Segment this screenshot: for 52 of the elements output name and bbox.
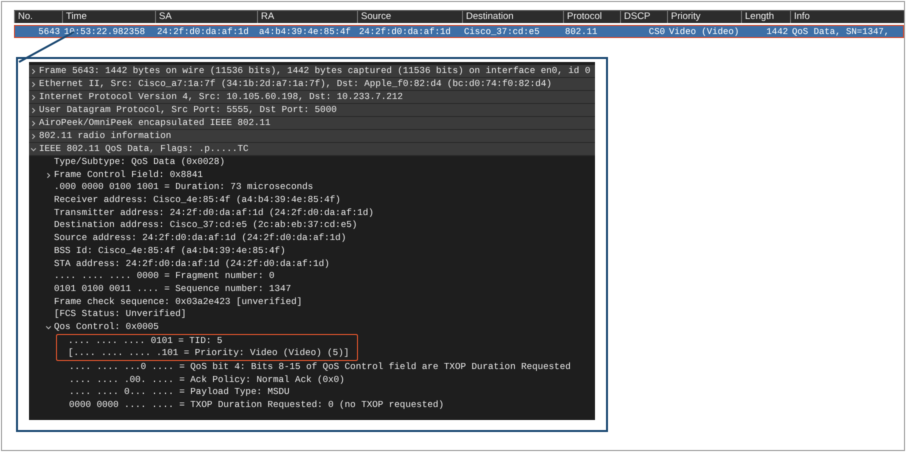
detail-line[interactable]: Transmitter address: 24:2f:d0:da:af:1d (24:2f:d0:da:af:1d) (54, 206, 374, 220)
column-header[interactable]: Source (357, 11, 462, 23)
detail-line[interactable]: .... .... .00. .... = Ack Policy: Normal Ack (0x0) (69, 374, 345, 386)
detail-line[interactable]: .... .... .... 0000 = Fragment number: 0 (54, 270, 275, 283)
table-cell-text: 10:53:22.982358 (63, 26, 146, 36)
chevron-right-icon[interactable] (30, 132, 37, 140)
column-header[interactable]: Info (790, 11, 902, 23)
column-header[interactable]: Time (62, 11, 155, 23)
detail-line[interactable]: [.... .... .... .101 = Priority: Video (Video) (5)] (68, 347, 350, 360)
table-cell-text: 802.11 (564, 26, 598, 36)
detail-line[interactable]: Receiver address: Cisco_4e:85:4f (a4:b4:39:4e:85:4f) (54, 194, 341, 207)
detail-line[interactable]: Source address: 24:2f:d0:da:af:1d (24:2f:d0:da:af:1d) (54, 232, 346, 245)
chevron-right-icon[interactable] (45, 172, 52, 179)
table-cell-text: QoS Data, SN=1347, (791, 26, 890, 36)
detail-line[interactable]: Destination address: Cisco_37:cd:e5 (2c:ab:eb:37:cd:e5) (54, 219, 358, 232)
column-header[interactable]: DSCP (620, 11, 667, 23)
column-header[interactable]: No. (14, 11, 62, 23)
detail-line[interactable]: STA address: 24:2f:d0:da:af:1d (24:2f:d0:da:af:1d) (54, 258, 330, 270)
detail-line[interactable]: [FCS Status: Unverified] (54, 308, 186, 321)
chevron-right-icon[interactable] (30, 120, 37, 126)
column-header[interactable]: Priority (667, 11, 741, 23)
column-header[interactable]: Length (741, 11, 790, 23)
detail-line[interactable]: .000 0000 0100 1001 = Duration: 73 microseconds (54, 181, 314, 194)
table-cell-text: 5643 (37, 26, 61, 36)
detail-line[interactable]: .... .... .... 0101 = TID: 5 (68, 334, 222, 348)
table-cell-text: a4:b4:39:4e:85:4f (258, 26, 352, 36)
detail-line[interactable]: 0101 0100 0011 .... = Sequence number: 1347 (54, 282, 292, 296)
detail-line[interactable]: Qos Control: 0x0005 (54, 320, 159, 334)
table-cell-text: Video (Video) (668, 26, 740, 36)
table-cell-text: 1442 (765, 26, 789, 36)
column-header[interactable]: RA (257, 11, 357, 23)
table-cell-text: 24:2f:d0:da:af:1d (156, 26, 250, 36)
column-header[interactable]: Protocol (563, 11, 620, 23)
column-header[interactable]: Destination (462, 11, 563, 23)
table-cell-text: Cisco_37:cd:e5 (463, 26, 541, 36)
detail-line[interactable]: Type/Subtype: QoS Data (0x0028) (54, 156, 225, 169)
packet-row[interactable]: 5643 10:53:22.982358 24:2f:d0:da:af:1d a4:b4:39:4e:85:4f 24:2f:d0:da:af:1d Cisco_37:cd:e5 802.11 CS0 Video (Video) 1442 QoS Data, SN=1347, (14, 25, 904, 38)
chevron-right-icon[interactable] (30, 106, 37, 114)
column-header[interactable]: SA (155, 11, 257, 23)
detail-line[interactable]: 0000 0000 .... .... = TXOP Duration Requested: 0 (no TXOP requested) (69, 399, 444, 412)
table-cell-text: 24:2f:d0:da:af:1d (358, 26, 452, 36)
chevron-down-icon[interactable] (30, 146, 37, 152)
detail-line[interactable]: Frame Control Field: 0x8841 (54, 168, 203, 182)
chevron-right-icon[interactable] (30, 80, 37, 88)
chevron-right-icon[interactable] (30, 68, 37, 74)
chevron-right-icon[interactable] (30, 94, 37, 100)
table-cell-text: CS0 (648, 26, 666, 36)
detail-line[interactable]: .... .... ...0 .... = QoS bit 4: Bits 8-15 of QoS Control field are TXOP Duration Requested (69, 361, 571, 374)
detail-line[interactable]: Frame check sequence: 0x03a2e423 [unverified] (54, 296, 302, 308)
chevron-down-icon[interactable] (45, 324, 52, 331)
detail-line[interactable]: .... .... 0... .... = Payload Type: MSDU (69, 386, 290, 400)
detail-line[interactable]: BSS Id: Cisco_4e:85:4f (a4:b4:39:4e:85:4f) (54, 244, 286, 258)
